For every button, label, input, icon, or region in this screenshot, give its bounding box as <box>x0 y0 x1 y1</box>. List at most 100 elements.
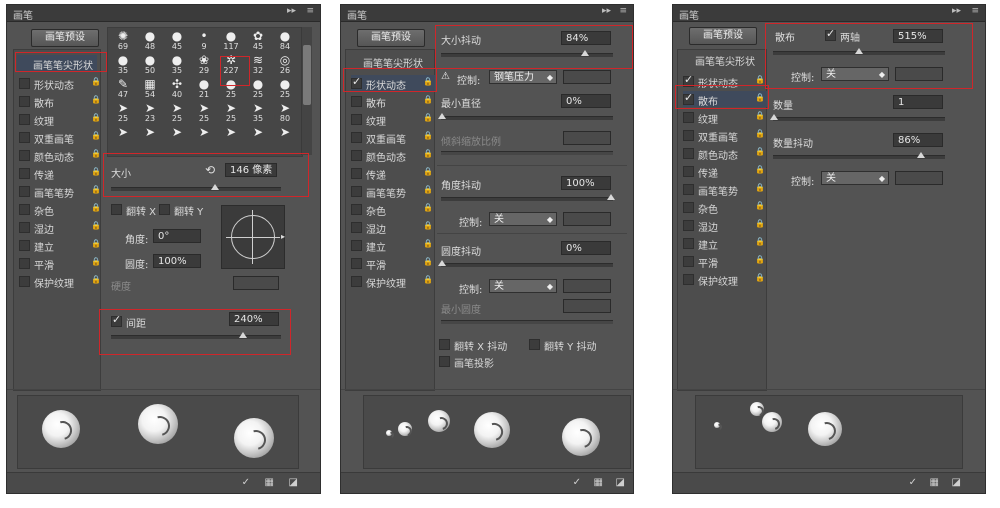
sidebar-item-option[interactable]: 纹理 🔒 <box>351 111 435 128</box>
checkbox-box[interactable] <box>19 132 30 143</box>
grid-icon[interactable]: ▦ <box>594 477 603 488</box>
sidebar-item-option[interactable]: 传递 🔒 <box>351 165 435 182</box>
checkbox-box[interactable] <box>19 78 30 89</box>
checkbox-box[interactable] <box>351 168 362 179</box>
sidebar-item-tip-shape[interactable]: 画笔笔尖形状 <box>681 51 763 68</box>
sidebar-item-option[interactable]: 建立 🔒 <box>19 237 103 254</box>
slider-thumb[interactable] <box>607 194 615 200</box>
brush-tip[interactable]: ● 35 <box>111 53 135 77</box>
sidebar-item-option[interactable]: 纹理 🔒 <box>683 109 767 126</box>
sidebar-item-option[interactable]: 传递 🔒 <box>19 165 103 182</box>
slider-thumb[interactable] <box>770 114 778 120</box>
collapse-icon[interactable]: ▸▸ <box>287 6 296 16</box>
checkbox-box[interactable] <box>439 339 450 350</box>
lock-icon[interactable]: 🔒 <box>91 239 101 248</box>
lock-icon[interactable]: 🔒 <box>755 165 765 174</box>
brush-tip[interactable]: ➤ 25 <box>111 101 135 125</box>
flip-x-jitter-checkbox[interactable]: 翻转 X 抖动 <box>439 336 529 353</box>
checkbox-box[interactable] <box>19 114 30 125</box>
checkbox-box[interactable] <box>683 112 694 123</box>
sidebar-item-option[interactable]: 颜色动态 🔒 <box>351 147 435 164</box>
brush-tip[interactable]: ◎ 26 <box>273 53 297 77</box>
checkbox-box[interactable] <box>19 258 30 269</box>
checkbox-box[interactable] <box>351 222 362 233</box>
sidebar-item-option[interactable]: 画笔笔势 🔒 <box>683 181 767 198</box>
sidebar-item-option[interactable]: 纹理 🔒 <box>19 111 103 128</box>
brush-tip[interactable]: ➤ 25 <box>165 101 189 125</box>
control-dropdown[interactable]: 钢笔压力 ◆ <box>489 70 557 84</box>
panel-tab-brush[interactable]: 画笔 <box>13 7 33 22</box>
grid-icon[interactable]: ▦ <box>930 477 939 488</box>
lock-icon[interactable]: 🔒 <box>755 273 765 282</box>
sidebar-item-option[interactable]: 保护纹理 🔒 <box>19 273 103 290</box>
panel-menu-icon[interactable]: ≡ <box>971 6 979 16</box>
tip-grid-scrollbar[interactable] <box>301 27 312 155</box>
brush-tip[interactable]: ● 50 <box>138 53 162 77</box>
checkbox-box[interactable] <box>19 186 30 197</box>
checkbox-box[interactable] <box>683 130 694 141</box>
sidebar-item-option[interactable]: 画笔笔势 🔒 <box>19 183 103 200</box>
lock-icon[interactable]: 🔒 <box>423 203 433 212</box>
roundness-jitter-field[interactable]: 0% <box>561 241 611 255</box>
sidebar-item-option[interactable]: 湿边 🔒 <box>19 219 103 236</box>
roundness-jitter-slider[interactable] <box>438 260 613 267</box>
checkbox-box[interactable] <box>683 238 694 249</box>
lock-icon[interactable]: 🔒 <box>755 219 765 228</box>
checkbox-box[interactable] <box>683 148 694 159</box>
lock-icon[interactable]: 🔒 <box>423 185 433 194</box>
angle-jitter-field[interactable]: 100% <box>561 176 611 190</box>
min-diameter-field[interactable]: 0% <box>561 94 611 108</box>
brush-tip[interactable]: ✣ 40 <box>165 77 189 101</box>
min-diameter-slider[interactable] <box>438 113 613 120</box>
lock-icon[interactable]: 🔒 <box>91 275 101 284</box>
slider-thumb[interactable] <box>438 113 446 119</box>
sidebar-item-option[interactable]: 散布 🔒 <box>19 93 103 110</box>
lock-icon[interactable]: 🔒 <box>423 221 433 230</box>
lock-icon[interactable]: 🔒 <box>423 149 433 158</box>
sidebar-item-option[interactable]: 湿边 🔒 <box>351 219 435 236</box>
angle-control-dropdown[interactable]: 关 ◆ <box>489 212 557 226</box>
collapse-icon[interactable]: ▸▸ <box>602 6 611 16</box>
angle-field[interactable]: 0° <box>153 229 201 243</box>
checkbox-box[interactable] <box>351 114 362 125</box>
checkbox-box[interactable] <box>19 276 30 287</box>
brush-tip[interactable]: ✺ 69 <box>111 29 135 53</box>
checkbox-box[interactable] <box>683 202 694 213</box>
brush-tip[interactable]: ➤ <box>219 125 243 149</box>
count-jitter-slider[interactable] <box>773 152 945 159</box>
lock-icon[interactable]: 🔒 <box>91 95 101 104</box>
lock-icon[interactable]: 🔒 <box>423 167 433 176</box>
brush-tip[interactable]: ● 48 <box>138 29 162 53</box>
count-control-dropdown[interactable]: 关 ◆ <box>821 171 889 185</box>
lock-icon[interactable]: 🔒 <box>755 75 765 84</box>
sidebar-item-tip-shape[interactable]: 画笔笔尖形状 <box>349 53 431 70</box>
brush-tip[interactable]: ● 84 <box>273 29 297 53</box>
lock-icon[interactable]: 🔒 <box>91 77 101 86</box>
angle-roundness-widget[interactable]: ▸ <box>221 205 285 269</box>
sidebar-item-option[interactable]: 传递 🔒 <box>683 163 767 180</box>
brush-tip[interactable]: • 9 <box>192 29 216 53</box>
brush-tip[interactable]: ✿ 45 <box>246 29 270 53</box>
flip-y-checkbox[interactable]: 翻转 Y <box>159 201 209 218</box>
checkbox-box[interactable] <box>351 150 362 161</box>
brush-tip[interactable]: ● 35 <box>165 53 189 77</box>
checkbox-box[interactable] <box>351 96 362 107</box>
sidebar-item-option[interactable]: 颜色动态 🔒 <box>683 145 767 162</box>
lock-icon[interactable]: 🔒 <box>755 237 765 246</box>
brush-tip[interactable]: ➤ <box>138 125 162 149</box>
checkbox-box[interactable] <box>683 274 694 285</box>
brush-tip[interactable]: ❀ 29 <box>192 53 216 77</box>
brush-tip[interactable]: ➤ 23 <box>138 101 162 125</box>
angle-jitter-slider[interactable] <box>441 194 615 201</box>
checkbox-box[interactable] <box>159 204 170 215</box>
brush-tip[interactable]: ● 117 <box>219 29 243 53</box>
checkbox-box[interactable] <box>683 220 694 231</box>
lock-icon[interactable]: 🔒 <box>91 185 101 194</box>
sidebar-item-option[interactable]: 形状动态 🔒 <box>19 75 103 92</box>
checkbox-box[interactable] <box>351 258 362 269</box>
checkbox-box[interactable] <box>351 132 362 143</box>
checkbox-box[interactable] <box>683 166 694 177</box>
brush-tip[interactable]: ➤ <box>165 125 189 149</box>
brush-tip[interactable]: ➤ <box>192 125 216 149</box>
checkbox-box[interactable] <box>351 186 362 197</box>
